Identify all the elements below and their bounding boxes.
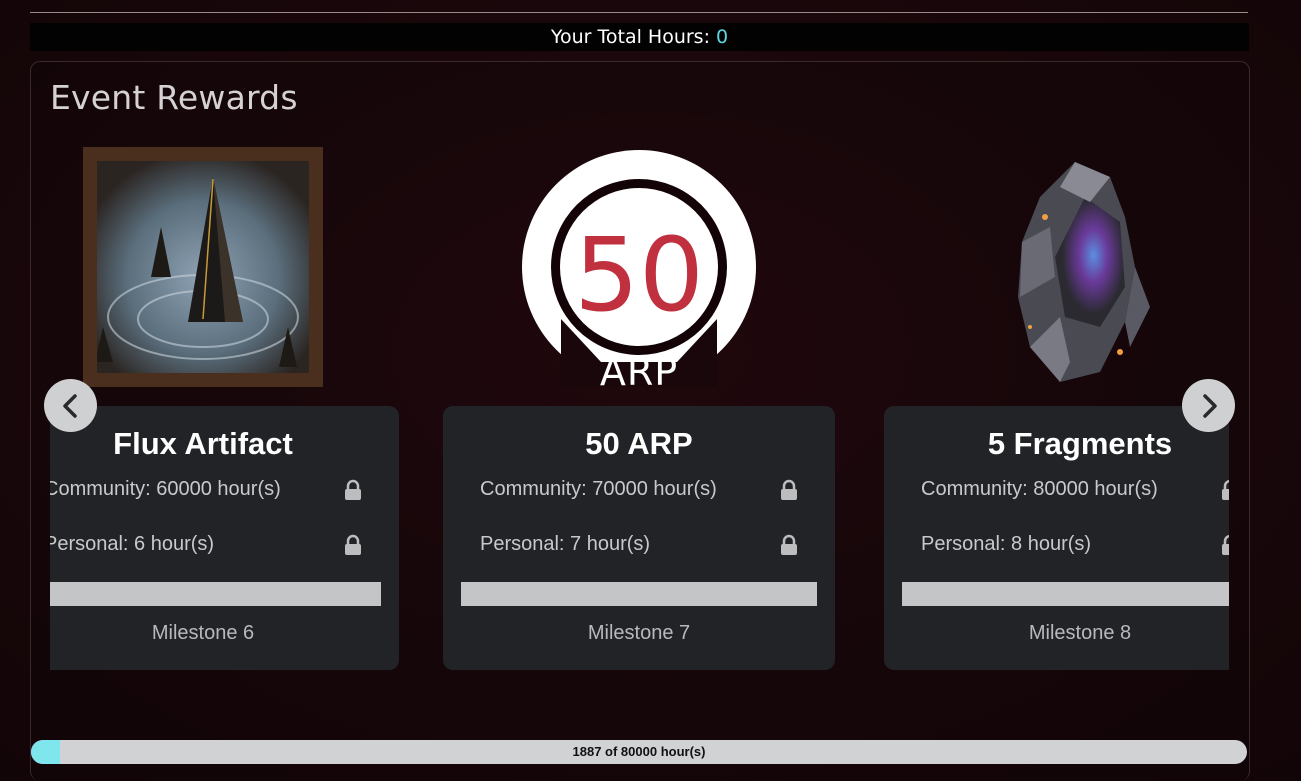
community-requirement-text: Community: 70000 hour(s) bbox=[480, 478, 717, 500]
personal-requirement-text: Personal: 6 hour(s) bbox=[50, 533, 215, 555]
reward-card: 50 ARP Community: 70000 hour(s) Personal… bbox=[443, 406, 835, 670]
lock-icon bbox=[1221, 534, 1229, 556]
personal-requirement: Personal: 6 hour(s) bbox=[50, 533, 362, 556]
lock-icon bbox=[344, 479, 362, 501]
personal-requirement-text: Personal: 8 hour(s) bbox=[921, 533, 1092, 555]
total-hours-label: Your Total Hours: bbox=[550, 26, 710, 48]
lock-icon bbox=[780, 534, 798, 556]
milestone-label: Milestone 7 bbox=[587, 622, 691, 644]
reward-card: 5 Fragments Community: 80000 hour(s) Per… bbox=[884, 406, 1229, 670]
lock-icon bbox=[780, 479, 798, 501]
reward-slide: 5 Fragments Community: 80000 hour(s) Per… bbox=[884, 140, 1229, 672]
community-requirement: Community: 70000 hour(s) bbox=[480, 478, 798, 501]
header-divider bbox=[30, 12, 1248, 13]
reward-slide: 50 ARP 50 ARP Community: 70000 hour(s) P… bbox=[443, 140, 835, 672]
flux-artifact-image bbox=[83, 147, 323, 387]
total-hours-value: 0 bbox=[716, 26, 729, 48]
reward-card: Flux Artifact Community: 60000 hour(s) P… bbox=[50, 406, 399, 670]
reward-slide: Flux Artifact Community: 60000 hour(s) P… bbox=[50, 140, 399, 672]
milestone-progress-bar bbox=[461, 582, 817, 606]
lock-icon bbox=[1221, 479, 1229, 501]
community-requirement: Community: 80000 hour(s) bbox=[921, 478, 1229, 501]
community-requirement-text: Community: 60000 hour(s) bbox=[50, 478, 281, 500]
community-requirement-text: Community: 80000 hour(s) bbox=[921, 478, 1158, 500]
personal-requirement-text: Personal: 7 hour(s) bbox=[480, 533, 651, 555]
community-requirement: Community: 60000 hour(s) bbox=[50, 478, 362, 501]
reward-name: 5 Fragments bbox=[987, 426, 1173, 461]
chevron-right-icon bbox=[1202, 393, 1217, 418]
coin-value-text: 50 bbox=[574, 216, 704, 335]
lock-icon bbox=[344, 534, 362, 556]
panel-title: Event Rewards bbox=[50, 78, 298, 117]
carousel-next-button[interactable] bbox=[1182, 379, 1235, 432]
fragments-crystal-image bbox=[960, 147, 1200, 387]
reward-name: Flux Artifact bbox=[113, 426, 293, 461]
arp-coin-image: 50 ARP bbox=[519, 147, 759, 394]
milestone-label: Milestone 6 bbox=[151, 622, 255, 644]
total-hours-bar: Your Total Hours: 0 bbox=[30, 23, 1249, 51]
milestone-label: Milestone 8 bbox=[1028, 622, 1132, 644]
rewards-carousel: Flux Artifact Community: 60000 hour(s) P… bbox=[50, 140, 1229, 680]
personal-requirement: Personal: 7 hour(s) bbox=[480, 533, 798, 556]
carousel-prev-button[interactable] bbox=[44, 379, 97, 432]
coin-brand-text: ARP bbox=[600, 350, 678, 387]
community-progress-label: 1887 of 80000 hour(s) bbox=[572, 744, 706, 759]
reward-name: 50 ARP bbox=[585, 426, 693, 461]
community-progress-bar: 1887 of 80000 hour(s) bbox=[31, 740, 1247, 764]
milestone-progress-bar bbox=[50, 582, 381, 606]
chevron-left-icon bbox=[62, 393, 77, 418]
personal-requirement: Personal: 8 hour(s) bbox=[921, 533, 1229, 556]
milestone-progress-bar bbox=[902, 582, 1229, 606]
